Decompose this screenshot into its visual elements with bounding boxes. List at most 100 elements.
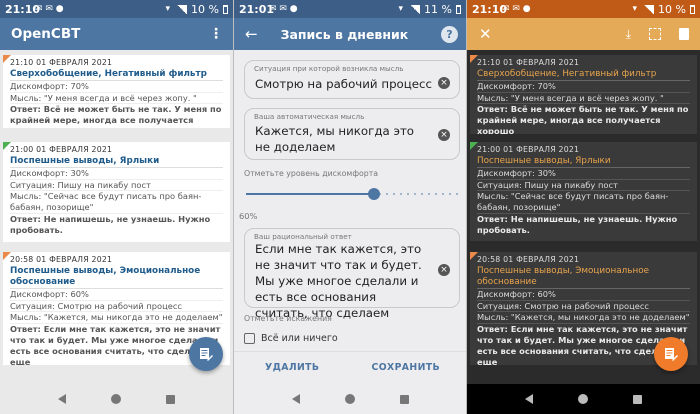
thought-field[interactable]: Ваша автоматическая мысль Кажется, мы ни…	[244, 108, 460, 160]
situation-label: Ситуация при которой возникла мысль	[254, 64, 404, 73]
entry-marker	[470, 252, 478, 260]
overflow-menu-icon[interactable]: ⋮	[209, 26, 223, 42]
battery-text: 11 %	[424, 2, 452, 16]
wifi-icon: ▾	[632, 4, 638, 14]
entry-discomfort: Дискомфорт: 60%	[477, 289, 690, 301]
entry-title: Сверхобобщение, Негативный фильтр	[10, 69, 223, 81]
clear-icon[interactable]: ×	[438, 77, 450, 89]
slider-thumb[interactable]	[368, 188, 381, 200]
entry-title: Поспешные выводы, Эмоциональное обоснова…	[477, 266, 690, 289]
edit-note-icon	[200, 348, 213, 361]
battery-text: 10 %	[658, 2, 686, 16]
battery-text: 10 %	[191, 2, 219, 16]
entry-situation: Ситуация: Смотрю на рабочий процесс	[477, 301, 690, 313]
entry-thought: Мысль: "У меня всегда и всё через жопу. …	[477, 93, 690, 105]
clear-icon[interactable]: ×	[438, 264, 450, 276]
arrow-back-icon[interactable]: ←	[245, 25, 258, 43]
checkbox[interactable]	[244, 333, 255, 344]
nav-back-icon[interactable]	[524, 394, 533, 404]
entry-discomfort: Дискомфорт: 30%	[10, 168, 223, 180]
download-icon[interactable]: ⤓	[626, 27, 631, 42]
rational-label: Ваш рациональный ответ	[254, 232, 352, 241]
entry-time: 20:58 01 ФЕВРАЛЯ 2021	[10, 255, 113, 264]
entry-answer: Ответ: Всё не может быть не так. У меня …	[10, 104, 222, 128]
entry-time: 20:58 01 ФЕВРАЛЯ 2021	[477, 255, 580, 264]
distortion-checkbox-row[interactable]: Всё или ничего	[244, 333, 338, 344]
discomfort-label: Отметьте уровень дискомфорта	[244, 169, 379, 178]
nav-home-icon[interactable]	[344, 394, 355, 404]
nav-back-icon[interactable]	[291, 394, 300, 404]
nav-recent-icon[interactable]	[633, 394, 643, 404]
entry-marker	[3, 55, 11, 63]
wifi-icon: ▾	[398, 4, 404, 14]
app-bar: OpenCBT ⋮	[0, 18, 233, 50]
entry-thought: Мысль: "Кажется, мы никогда это не додел…	[10, 312, 223, 325]
selection-bar: ✕ ⤓	[467, 18, 700, 50]
delete-button[interactable]: УДАЛИТЬ	[265, 362, 319, 373]
entry-situation: Ситуация: Пишу на пикабу пост	[10, 180, 223, 192]
save-button[interactable]: СОХРАНИТЬ	[372, 362, 441, 373]
entry-answer: Ответ: Не напишешь, не узнаешь. Нужно пр…	[10, 213, 211, 235]
thought-value: Кажется, мы никогда это не доделаем	[255, 124, 415, 154]
diary-entry-card[interactable]: 21:00 01 ФЕВРАЛЯ 2021 Поспешные выводы, …	[470, 142, 697, 241]
entry-title: Сверхобобщение, Негативный фильтр	[477, 69, 690, 81]
signal-icon	[177, 4, 188, 14]
nav-recent-icon[interactable]	[166, 394, 176, 404]
nav-back-icon[interactable]	[57, 394, 66, 404]
slider-fill	[246, 193, 375, 195]
status-bar: 21:10 ✉ ✉ ● ▾ 10 %	[0, 0, 233, 18]
rational-value: Если мне так кажется, это не значит что …	[255, 242, 422, 320]
battery-icon	[456, 4, 461, 14]
thought-label: Ваша автоматическая мысль	[254, 112, 365, 121]
situation-field[interactable]: Ситуация при которой возникла мысль Смот…	[244, 60, 460, 99]
screen-new-entry: 21:01 ✉ ✉ ● ▾ 11 % ← Запись в дневник ? С…	[234, 0, 466, 414]
screen-diary-list: 21:10 ✉ ✉ ● ▾ 10 % OpenCBT ⋮ 21:10 01 ФЕВ…	[0, 0, 233, 414]
close-icon[interactable]: ✕	[479, 25, 492, 43]
screen-selection-mode: 21:10 ✉ ✉ ● ▾ 10 % ✕ ⤓ 21:10 01 ФЕВРАЛЯ 2…	[467, 0, 700, 414]
help-icon[interactable]: ?	[441, 25, 458, 43]
new-entry-button[interactable]	[189, 337, 223, 371]
rational-answer-field[interactable]: Ваш рациональный ответ Если мне так каже…	[244, 228, 460, 320]
entry-situation: Ситуация: Смотрю на рабочий процесс	[10, 301, 223, 313]
entry-thought: Мысль: "Сейчас все будут писать про баян…	[477, 191, 690, 214]
entry-answer: Ответ: Не напишешь, не узнаешь. Нужно пр…	[477, 213, 678, 235]
entry-answer: Ответ: Всё не может быть не так. У меня …	[477, 104, 689, 134]
status-time: 21:01	[239, 2, 275, 16]
entry-discomfort: Дискомфорт: 60%	[10, 289, 223, 301]
trash-icon[interactable]	[679, 28, 689, 40]
system-nav-bar	[467, 384, 700, 414]
nav-home-icon[interactable]	[577, 394, 588, 404]
entry-thought: Мысль: "Кажется, мы никогда это не додел…	[477, 312, 690, 325]
entry-title: Поспешные выводы, Эмоциональное обоснова…	[10, 266, 223, 289]
page-title: Запись в дневник	[280, 26, 409, 42]
new-entry-button[interactable]	[654, 337, 688, 371]
entry-thought: Мысль: "Сейчас все будут писать про баян…	[10, 191, 223, 214]
nav-recent-icon[interactable]	[399, 394, 409, 404]
checkbox-label: Всё или ничего	[261, 333, 338, 344]
battery-icon	[223, 4, 228, 14]
entry-time: 21:10 01 ФЕВРАЛЯ 2021	[477, 58, 580, 67]
entry-title: Поспешные выводы, Ярлыки	[10, 156, 223, 168]
diary-entry-card[interactable]: 21:00 01 ФЕВРАЛЯ 2021 Поспешные выводы, …	[3, 142, 230, 242]
diary-entry-card[interactable]: 21:10 01 ФЕВРАЛЯ 2021 Сверхобобщение, Не…	[3, 55, 230, 128]
entry-time: 21:00 01 ФЕВРАЛЯ 2021	[477, 145, 580, 154]
discomfort-value: 60%	[239, 211, 258, 221]
signal-icon	[644, 4, 655, 14]
nav-home-icon[interactable]	[110, 394, 121, 404]
entry-title: Поспешные выводы, Ярлыки	[477, 156, 690, 168]
entry-thought: Мысль: "У меня всегда и всё через жопу. …	[10, 93, 223, 105]
entry-marker	[3, 142, 11, 150]
status-bar: 21:10 ✉ ✉ ● ▾ 10 %	[467, 0, 700, 18]
entry-marker	[3, 252, 11, 260]
entry-discomfort: Дискомфорт: 70%	[10, 81, 223, 93]
action-row: УДАЛИТЬ СОХРАНИТЬ	[234, 351, 466, 383]
notification-icon: ✉ ✉ ●	[269, 4, 298, 14]
entry-time: 21:10 01 ФЕВРАЛЯ 2021	[10, 58, 113, 67]
clear-icon[interactable]: ×	[438, 129, 450, 141]
notification-icon: ✉ ✉ ●	[35, 4, 64, 14]
diary-entry-card[interactable]: 21:10 01 ФЕВРАЛЯ 2021 Сверхобобщение, Не…	[470, 55, 697, 134]
system-nav-bar	[0, 384, 233, 414]
select-all-icon[interactable]	[649, 28, 661, 40]
entry-situation: Ситуация: Пишу на пикабу пост	[477, 180, 690, 192]
status-time: 21:10	[472, 2, 508, 16]
